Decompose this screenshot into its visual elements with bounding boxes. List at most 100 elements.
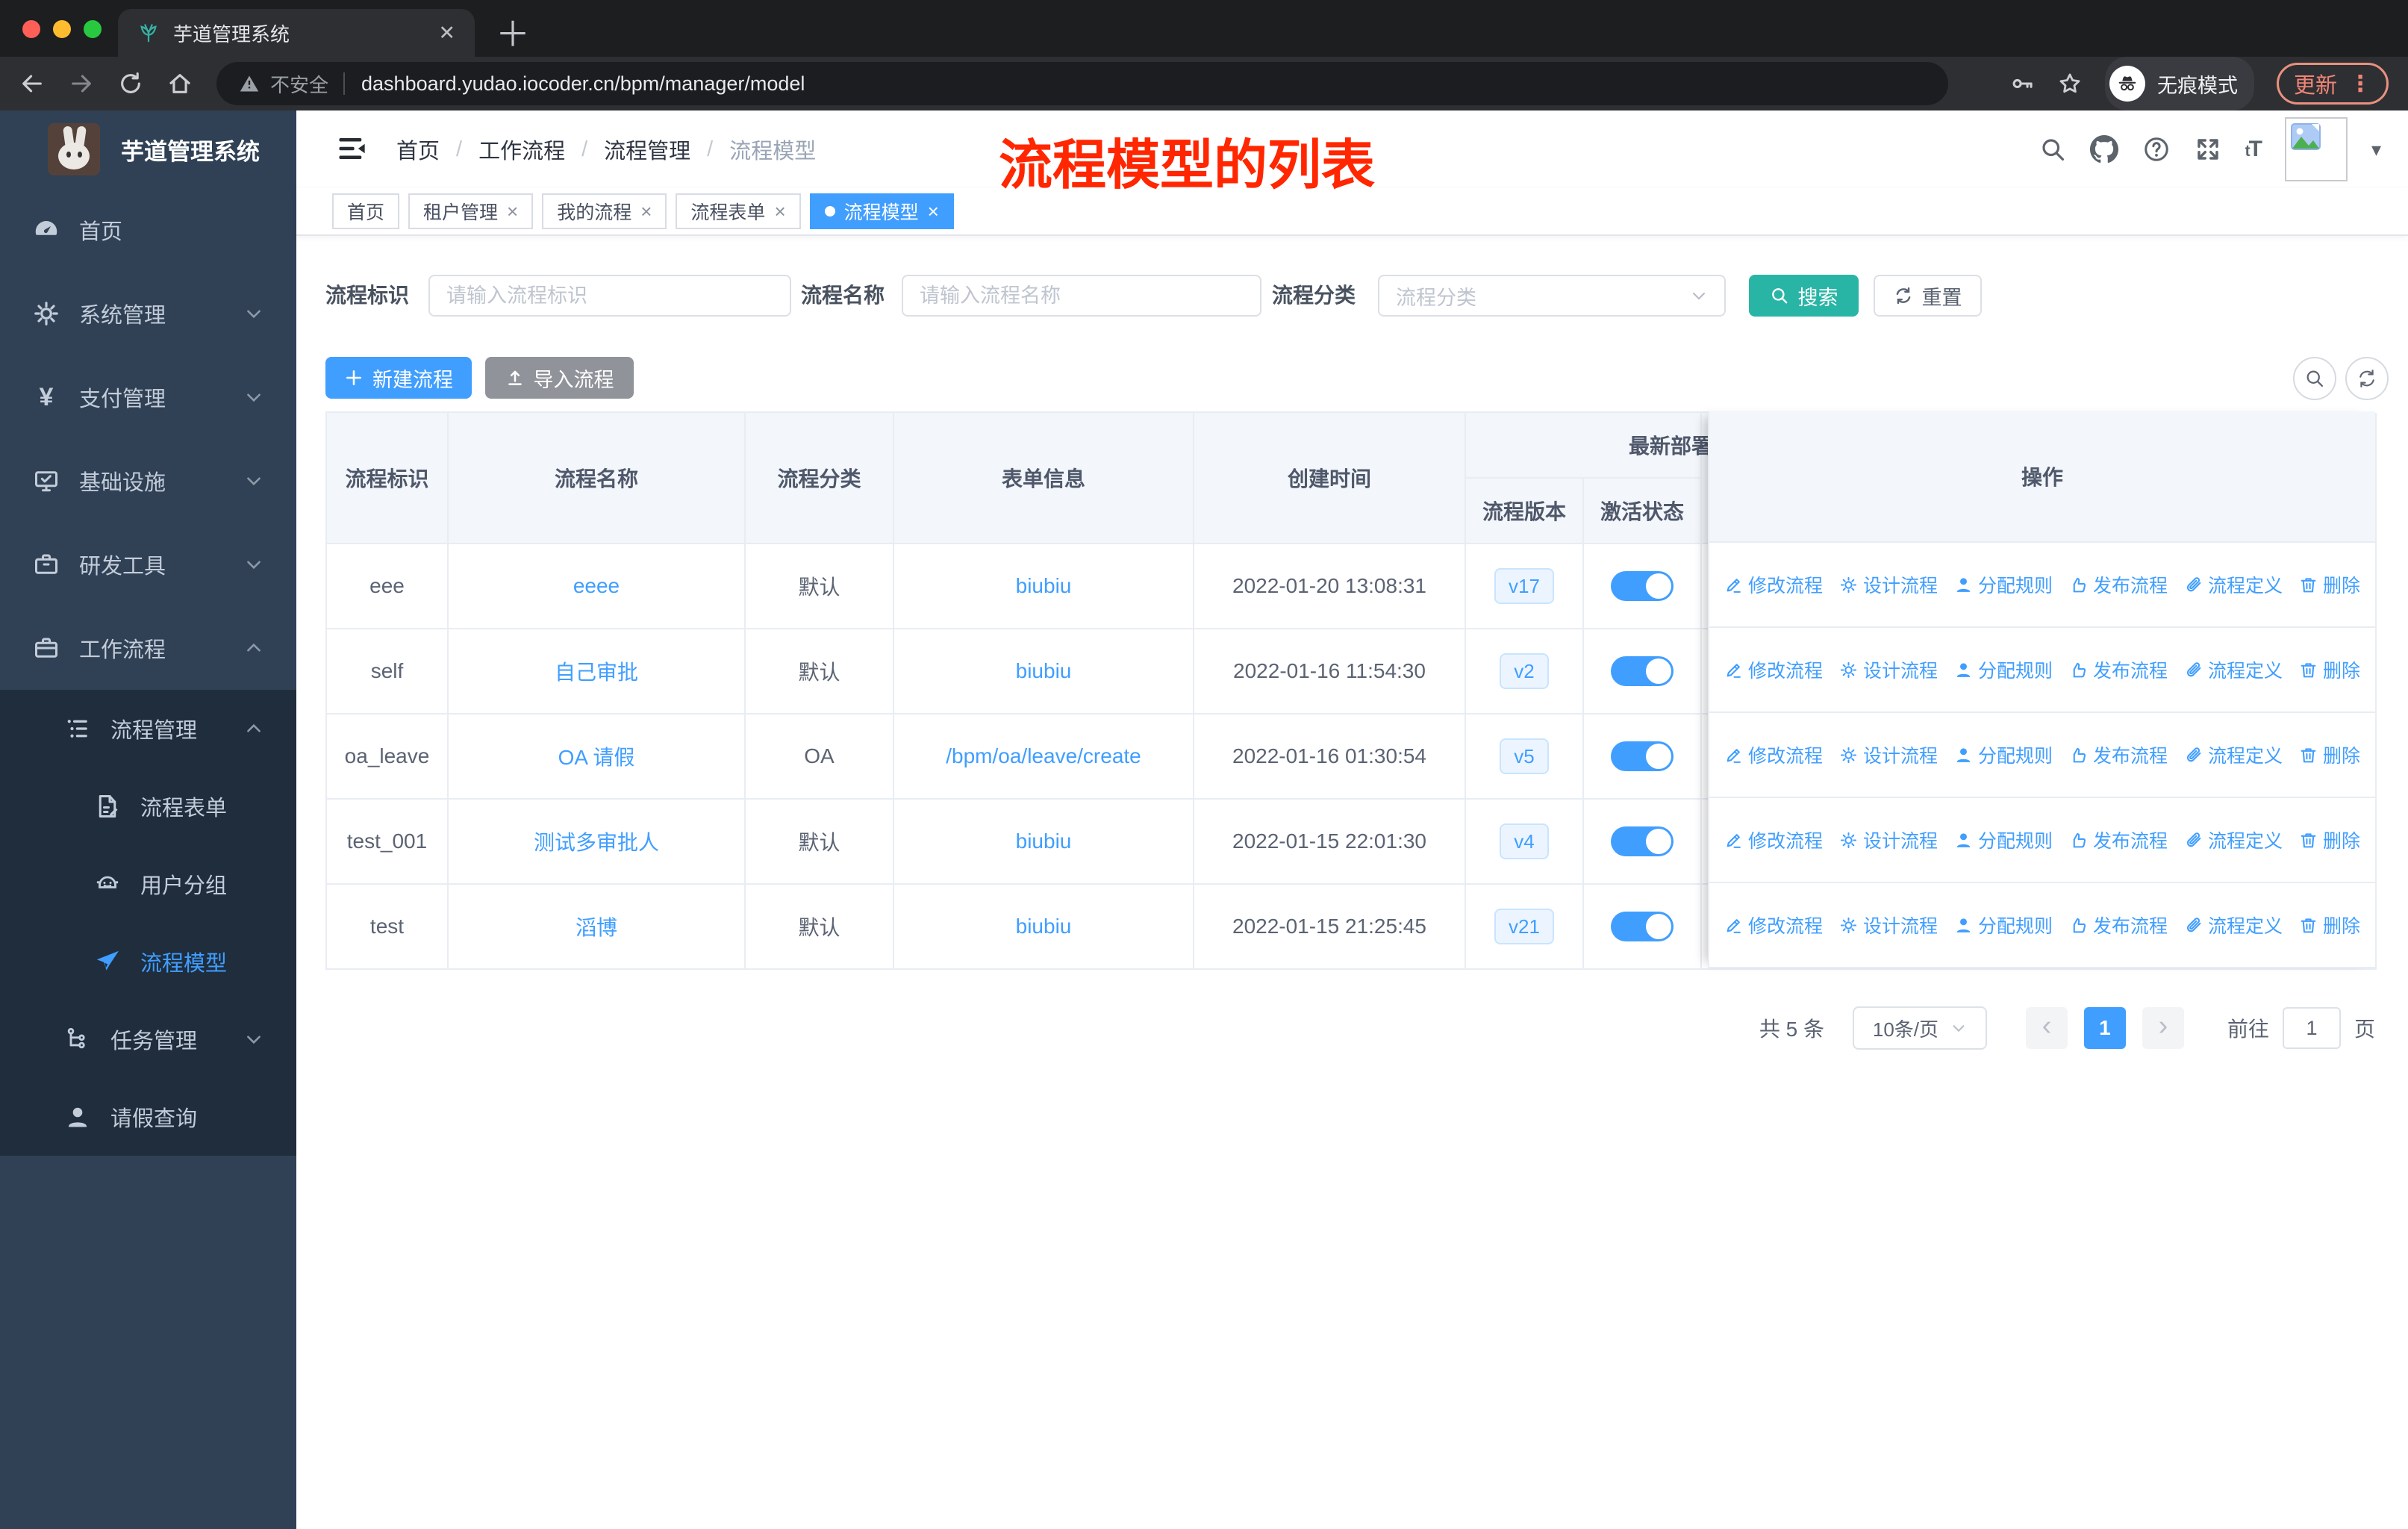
sidebar-item-task-management[interactable]: 任务管理 bbox=[0, 1000, 296, 1078]
tag-process-form[interactable]: 流程表单 × bbox=[676, 193, 801, 229]
action-delete[interactable]: 删除 bbox=[2299, 571, 2360, 598]
github-icon[interactable] bbox=[2089, 135, 2118, 164]
action-process-definition[interactable]: 流程定义 bbox=[2184, 912, 2283, 938]
close-window-button[interactable] bbox=[22, 20, 40, 38]
current-page-button[interactable]: 1 bbox=[2083, 1007, 2126, 1049]
action-design-process[interactable]: 设计流程 bbox=[1839, 912, 1938, 938]
avatar[interactable] bbox=[2284, 117, 2348, 181]
action-design-process[interactable]: 设计流程 bbox=[1839, 741, 1938, 768]
cell-process-name-link[interactable]: OA 请假 bbox=[449, 714, 746, 800]
action-assign-rule[interactable]: 分配规则 bbox=[1954, 826, 2053, 853]
cell-form-link[interactable]: biubiu bbox=[894, 629, 1194, 714]
tag-close-icon[interactable]: × bbox=[640, 200, 652, 223]
sidebar-item-dev-tools[interactable]: 研发工具 bbox=[0, 523, 296, 606]
import-process-button[interactable]: 导入流程 bbox=[485, 357, 634, 399]
avatar-caret-icon[interactable]: ▾ bbox=[2371, 138, 2381, 161]
hide-search-button[interactable] bbox=[2293, 357, 2336, 400]
action-publish-process[interactable]: 发布流程 bbox=[2069, 656, 2168, 683]
tag-tenant[interactable]: 租户管理 × bbox=[408, 193, 534, 229]
sidebar-item-process-management[interactable]: 流程管理 bbox=[0, 690, 296, 767]
cell-process-name-link[interactable]: 测试多审批人 bbox=[449, 800, 746, 885]
filter-name-input[interactable] bbox=[902, 275, 1261, 317]
action-process-definition[interactable]: 流程定义 bbox=[2184, 571, 2283, 598]
maximize-window-button[interactable] bbox=[84, 20, 102, 38]
sidebar-item-process-form[interactable]: 流程表单 bbox=[0, 767, 296, 845]
cell-form-link[interactable]: /bpm/oa/leave/create bbox=[894, 714, 1194, 800]
action-assign-rule[interactable]: 分配规则 bbox=[1954, 912, 2053, 938]
breadcrumb-process-management[interactable]: 流程管理 bbox=[604, 134, 690, 165]
action-delete[interactable]: 删除 bbox=[2299, 656, 2360, 683]
create-process-button[interactable]: 新建流程 bbox=[325, 357, 472, 399]
action-design-process[interactable]: 设计流程 bbox=[1839, 826, 1938, 853]
action-publish-process[interactable]: 发布流程 bbox=[2069, 571, 2168, 598]
fullscreen-icon[interactable] bbox=[2195, 136, 2221, 163]
prev-page-button[interactable]: ‹ bbox=[2025, 1007, 2068, 1049]
sidebar-item-leave-query[interactable]: 请假查询 bbox=[0, 1078, 296, 1156]
action-edit-process[interactable]: 修改流程 bbox=[1724, 741, 1823, 768]
action-process-definition[interactable]: 流程定义 bbox=[2184, 826, 2283, 853]
new-tab-button[interactable]: ＋ bbox=[496, 7, 530, 57]
url-text[interactable]: dashboard.yudao.iocoder.cn/bpm/manager/m… bbox=[361, 72, 805, 96]
sidebar-item-workflow[interactable]: 工作流程 bbox=[0, 606, 296, 690]
action-publish-process[interactable]: 发布流程 bbox=[2069, 826, 2168, 853]
active-toggle[interactable] bbox=[1611, 826, 1674, 856]
search-button[interactable]: 搜索 bbox=[1749, 275, 1859, 317]
forward-icon[interactable] bbox=[69, 71, 94, 96]
tag-process-model[interactable]: 流程模型 × bbox=[809, 193, 954, 229]
action-process-definition[interactable]: 流程定义 bbox=[2184, 656, 2283, 683]
active-toggle[interactable] bbox=[1611, 656, 1674, 686]
sidebar-item-system[interactable]: 系统管理 bbox=[0, 272, 296, 355]
action-assign-rule[interactable]: 分配规则 bbox=[1954, 571, 2053, 598]
cell-form-link[interactable]: biubiu bbox=[894, 885, 1194, 970]
browser-tab[interactable]: 芋道管理系统 ✕ bbox=[118, 9, 475, 57]
action-edit-process[interactable]: 修改流程 bbox=[1724, 912, 1823, 938]
sidebar-item-home[interactable]: 首页 bbox=[0, 188, 296, 272]
breadcrumb-home[interactable]: 首页 bbox=[396, 134, 440, 165]
action-delete[interactable]: 删除 bbox=[2299, 741, 2360, 768]
active-toggle[interactable] bbox=[1611, 741, 1674, 771]
action-edit-process[interactable]: 修改流程 bbox=[1724, 656, 1823, 683]
minimize-window-button[interactable] bbox=[53, 20, 71, 38]
filter-key-input[interactable] bbox=[428, 275, 791, 317]
page-size-select[interactable]: 10条/页 bbox=[1852, 1006, 1987, 1050]
active-toggle[interactable] bbox=[1611, 571, 1674, 601]
tag-home[interactable]: 首页 bbox=[332, 193, 400, 229]
action-assign-rule[interactable]: 分配规则 bbox=[1954, 741, 2053, 768]
key-icon[interactable] bbox=[2009, 71, 2035, 96]
tag-close-icon[interactable]: × bbox=[774, 200, 785, 223]
action-delete[interactable]: 删除 bbox=[2299, 826, 2360, 853]
action-assign-rule[interactable]: 分配规则 bbox=[1954, 656, 2053, 683]
action-publish-process[interactable]: 发布流程 bbox=[2069, 912, 2168, 938]
action-design-process[interactable]: 设计流程 bbox=[1839, 571, 1938, 598]
cell-process-name-link[interactable]: eeee bbox=[449, 544, 746, 629]
next-page-button[interactable]: › bbox=[2142, 1007, 2184, 1049]
action-edit-process[interactable]: 修改流程 bbox=[1724, 571, 1823, 598]
help-icon[interactable] bbox=[2142, 135, 2171, 164]
update-chrome-button[interactable]: 更新 ⋮ bbox=[2276, 63, 2389, 105]
breadcrumb-workflow[interactable]: 工作流程 bbox=[478, 134, 565, 165]
cell-form-link[interactable]: biubiu bbox=[894, 544, 1194, 629]
action-design-process[interactable]: 设计流程 bbox=[1839, 656, 1938, 683]
sidebar-item-user-group[interactable]: 用户分组 bbox=[0, 845, 296, 923]
back-icon[interactable] bbox=[19, 71, 45, 96]
action-publish-process[interactable]: 发布流程 bbox=[2069, 741, 2168, 768]
search-icon[interactable] bbox=[2039, 136, 2066, 163]
tag-my-process[interactable]: 我的流程 × bbox=[542, 193, 667, 229]
refresh-table-button[interactable] bbox=[2345, 357, 2389, 400]
reset-button[interactable]: 重置 bbox=[1874, 275, 1982, 317]
tag-close-icon[interactable]: × bbox=[928, 200, 939, 223]
bookmark-star-icon[interactable] bbox=[2057, 71, 2083, 96]
reload-icon[interactable] bbox=[118, 71, 143, 96]
action-edit-process[interactable]: 修改流程 bbox=[1724, 826, 1823, 853]
cell-process-name-link[interactable]: 滔博 bbox=[449, 885, 746, 970]
browser-menu-dots-icon[interactable]: ⋮ bbox=[2349, 71, 2371, 97]
filter-category-select[interactable]: 流程分类 bbox=[1378, 275, 1726, 317]
active-toggle[interactable] bbox=[1611, 912, 1674, 941]
cell-form-link[interactable]: biubiu bbox=[894, 800, 1194, 885]
tag-close-icon[interactable]: × bbox=[507, 200, 518, 223]
sidebar-item-process-model[interactable]: 流程模型 bbox=[0, 923, 296, 1000]
action-delete[interactable]: 删除 bbox=[2299, 912, 2360, 938]
font-size-icon[interactable]: tT bbox=[2245, 137, 2262, 162]
goto-page-input[interactable] bbox=[2282, 1007, 2341, 1049]
sidebar-item-infrastructure[interactable]: 基础设施 bbox=[0, 439, 296, 523]
